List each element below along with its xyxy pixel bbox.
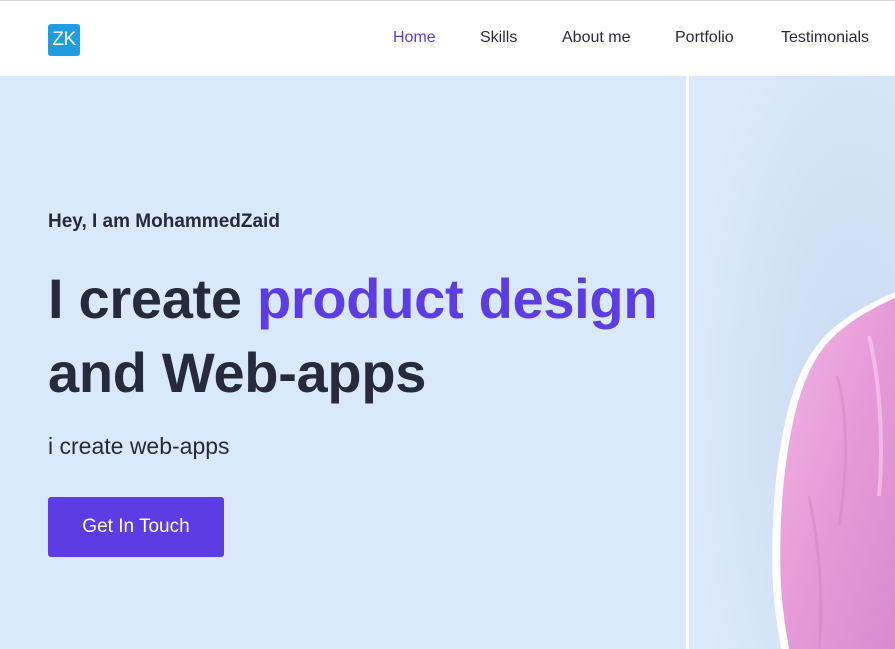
nav-skills[interactable]: Skills: [480, 29, 517, 47]
hero-greeting: Hey, I am MohammedZaid: [48, 211, 280, 232]
site-header: ZK Home Skills About me Portfolio Testim…: [0, 1, 895, 76]
profile-photo: [689, 76, 895, 649]
headline-accent: product design: [257, 267, 658, 330]
nav-home[interactable]: Home: [393, 29, 436, 47]
headline-text-1: I create: [48, 267, 257, 330]
nav-testimonials[interactable]: Testimonials: [781, 29, 869, 47]
nav-portfolio[interactable]: Portfolio: [675, 29, 734, 47]
person-photo-icon: [689, 76, 895, 649]
logo[interactable]: ZK: [48, 24, 80, 56]
get-in-touch-button[interactable]: Get In Touch: [48, 497, 224, 557]
hero-headline: I create product design and Web-apps: [48, 262, 678, 410]
page: ZK Home Skills About me Portfolio Testim…: [0, 0, 895, 649]
headline-text-2: and Web-apps: [48, 341, 427, 404]
hero-subline: i create web-apps: [48, 433, 230, 459]
nav-about-me[interactable]: About me: [562, 29, 630, 47]
